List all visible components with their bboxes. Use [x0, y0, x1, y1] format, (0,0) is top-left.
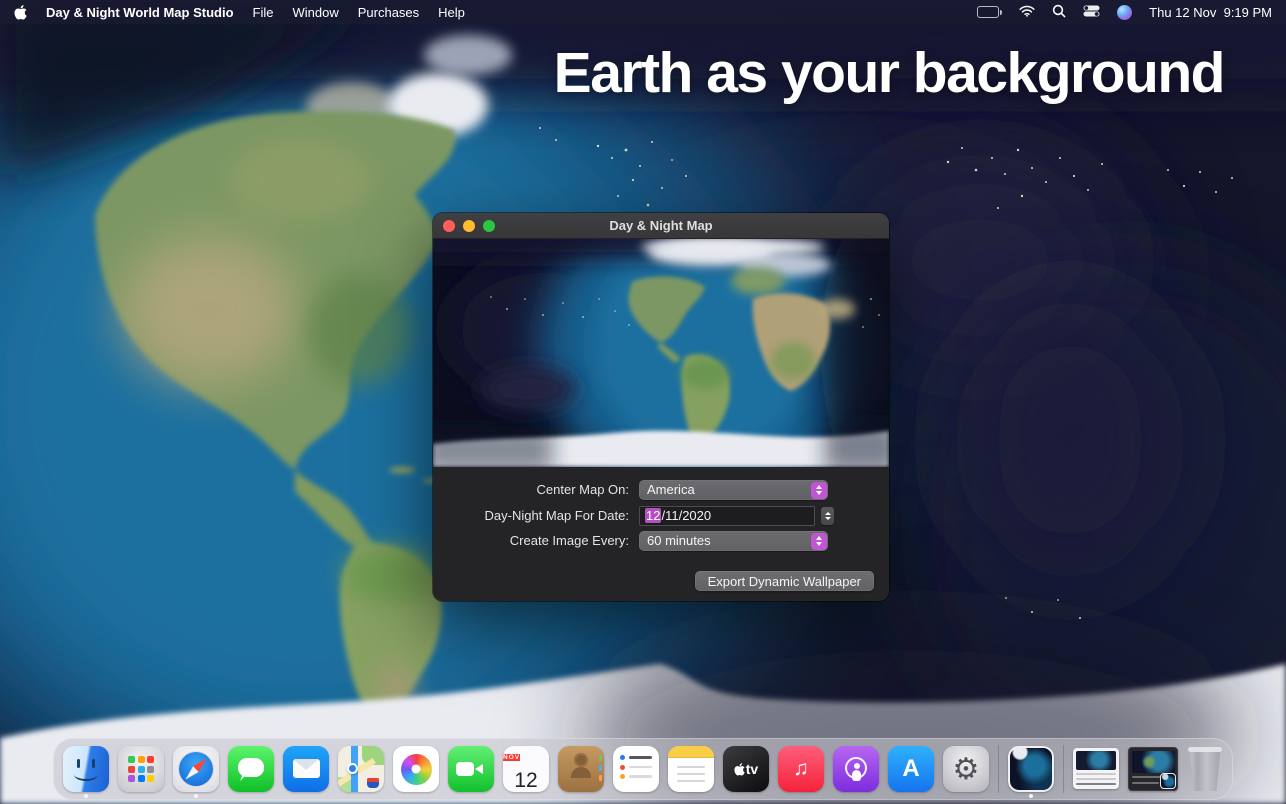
- menu-help[interactable]: Help: [438, 5, 465, 20]
- interval-label: Create Image Every:: [433, 531, 629, 551]
- dock-minimized-window-thumbnail[interactable]: [1073, 746, 1119, 792]
- apple-menu-icon[interactable]: [14, 5, 27, 20]
- menu-app-name[interactable]: Day & Night World Map Studio: [46, 5, 234, 20]
- menu-bar: Day & Night World Map Studio File Window…: [0, 0, 1286, 24]
- popup-stepper-icon: [811, 482, 827, 499]
- dock-photos-icon[interactable]: [393, 746, 439, 792]
- window-controls-area: Center Map On: America Day-Night Map For…: [433, 467, 889, 600]
- dock-messages-icon[interactable]: [228, 746, 274, 792]
- control-center-icon[interactable]: [1083, 5, 1100, 20]
- dock-system-preferences-icon[interactable]: ⚙: [943, 746, 989, 792]
- date-label: Day-Night Map For Date:: [433, 506, 629, 526]
- menu-window[interactable]: Window: [292, 5, 338, 20]
- running-indicator: [1029, 794, 1033, 798]
- close-button[interactable]: [443, 220, 455, 232]
- calendar-month-label: NOV: [503, 754, 520, 761]
- dock-apple-tv-icon[interactable]: tv: [723, 746, 769, 792]
- dock-notes-icon[interactable]: [668, 746, 714, 792]
- center-map-popup[interactable]: America: [639, 480, 828, 500]
- dock-minimized-window-thumbnail[interactable]: [1128, 746, 1178, 792]
- center-map-label: Center Map On:: [433, 480, 629, 500]
- dock-reminders-icon[interactable]: [613, 746, 659, 792]
- minimize-button[interactable]: [463, 220, 475, 232]
- dock-podcasts-icon[interactable]: [833, 746, 879, 792]
- interval-popup[interactable]: 60 minutes: [639, 531, 828, 551]
- dock-day-night-map-app-icon[interactable]: [1008, 746, 1054, 792]
- menu-purchases[interactable]: Purchases: [358, 5, 419, 20]
- date-field[interactable]: 12/11/2020: [639, 506, 815, 526]
- dock-divider: [1063, 745, 1064, 793]
- dock: NOV 12 tv ♫ A ⚙: [53, 738, 1233, 800]
- map-preview-image: [433, 239, 889, 467]
- dock-contacts-icon[interactable]: [558, 746, 604, 792]
- spotlight-search-icon[interactable]: [1052, 4, 1066, 21]
- date-field-selected-segment[interactable]: 12: [645, 508, 661, 523]
- apple-glyph-icon: [734, 763, 745, 776]
- running-indicator: [84, 794, 88, 798]
- dock-divider: [998, 745, 999, 793]
- window-titlebar[interactable]: Day & Night Map: [433, 213, 889, 239]
- menu-clock[interactable]: Thu 12 Nov 9:19 PM: [1149, 5, 1272, 20]
- dock-finder-icon[interactable]: [63, 746, 109, 792]
- date-stepper[interactable]: [821, 507, 834, 525]
- dock-safari-icon[interactable]: [173, 746, 219, 792]
- dock-app-store-icon[interactable]: A: [888, 746, 934, 792]
- day-night-map-window: Day & Night Map: [433, 213, 889, 601]
- dock-mail-icon[interactable]: [283, 746, 329, 792]
- battery-charging-icon[interactable]: [977, 6, 1002, 18]
- window-title: Day & Night Map: [609, 218, 712, 233]
- popup-stepper-icon: [811, 533, 827, 550]
- dock-maps-icon[interactable]: [338, 746, 384, 792]
- wallpaper-headline: Earth as your background: [554, 40, 1224, 106]
- calendar-day-label: 12: [503, 765, 549, 793]
- wifi-icon[interactable]: [1019, 5, 1035, 20]
- map-preview: [433, 239, 889, 467]
- dock-calendar-icon[interactable]: NOV 12: [503, 746, 549, 792]
- day-night-app-badge-icon: [1160, 773, 1176, 789]
- dock-facetime-icon[interactable]: [448, 746, 494, 792]
- siri-icon[interactable]: [1117, 5, 1132, 20]
- zoom-button[interactable]: [483, 220, 495, 232]
- running-indicator: [194, 794, 198, 798]
- dock-launchpad-icon[interactable]: [118, 746, 164, 792]
- menu-file[interactable]: File: [253, 5, 274, 20]
- dock-trash-icon[interactable]: [1187, 746, 1223, 792]
- export-dynamic-wallpaper-button[interactable]: Export Dynamic Wallpaper: [695, 571, 874, 591]
- dock-music-icon[interactable]: ♫: [778, 746, 824, 792]
